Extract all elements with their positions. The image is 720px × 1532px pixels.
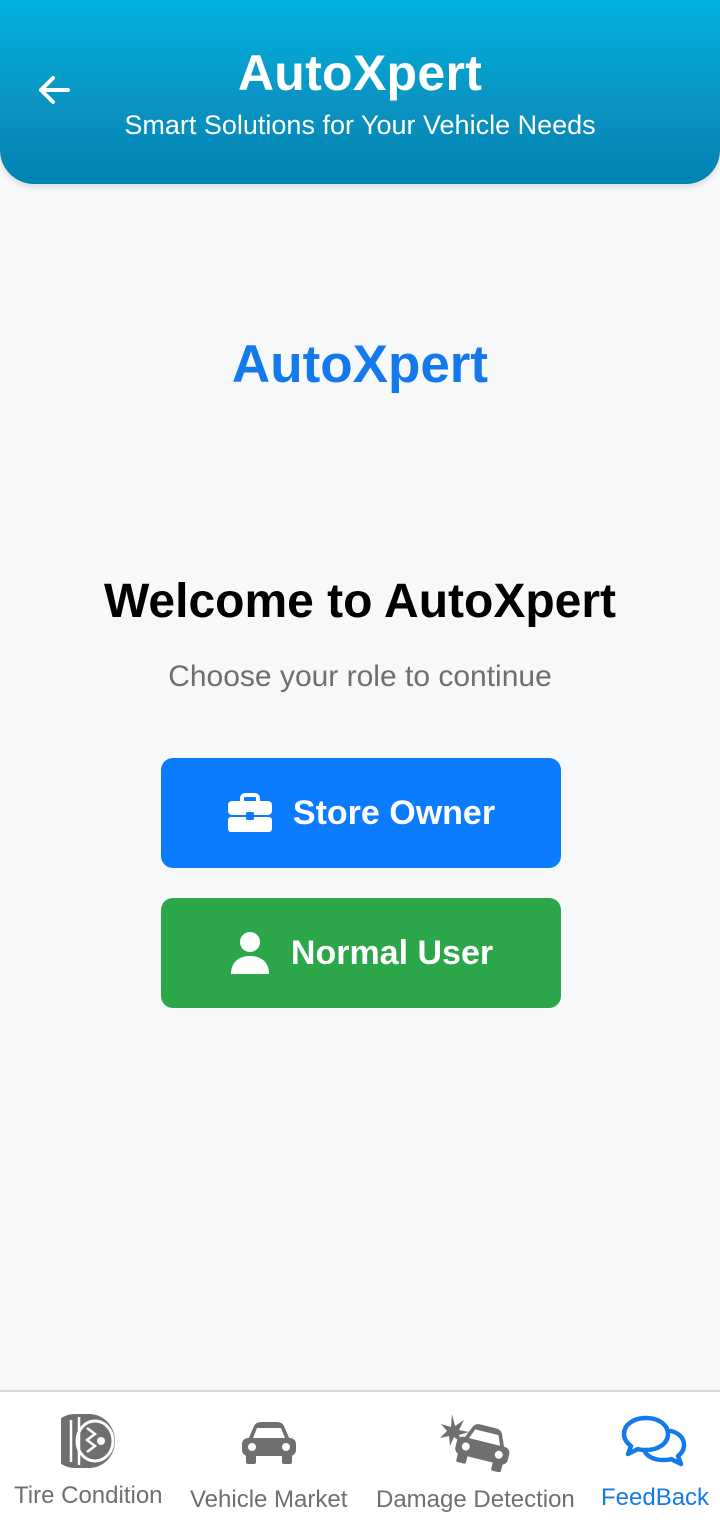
- store-owner-label: Store Owner: [292, 793, 496, 832]
- nav-item-feedback[interactable]: FeedBack: [590, 1392, 720, 1532]
- normal-user-button[interactable]: Normal User: [161, 898, 561, 1008]
- nav-label-tire-condition: Tire Condition: [14, 1482, 163, 1509]
- bottom-navigation: Tire Condition Vehicle Market Damage Det…: [0, 1390, 720, 1532]
- role-prompt: Choose your role to continue: [168, 660, 552, 693]
- brand-logo-text: AutoXpert: [231, 335, 489, 394]
- normal-user-label: Normal User: [290, 933, 494, 972]
- header-subtitle: Smart Solutions for Your Vehicle Needs: [124, 110, 596, 140]
- nav-item-tire-condition[interactable]: Tire Condition: [0, 1392, 180, 1532]
- header-title: AutoXpert: [237, 45, 483, 101]
- car-icon: [240, 1420, 298, 1466]
- briefcase-icon: [227, 793, 273, 833]
- nav-label-vehicle-market: Vehicle Market: [190, 1486, 348, 1513]
- nav-label-feedback: FeedBack: [601, 1484, 710, 1511]
- nav-item-damage-detection[interactable]: Damage Detection: [360, 1392, 590, 1532]
- store-owner-button[interactable]: Store Owner: [161, 758, 561, 868]
- nav-item-vehicle-market[interactable]: Vehicle Market: [180, 1392, 360, 1532]
- user-icon: [229, 931, 271, 975]
- app-root: AutoXpert Smart Solutions for Your Vehic…: [0, 0, 720, 1532]
- chat-bubbles-icon: [620, 1414, 688, 1468]
- tire-icon: [60, 1412, 118, 1470]
- nav-label-damage-detection: Damage Detection: [376, 1486, 575, 1513]
- car-crash-icon: [438, 1412, 512, 1472]
- welcome-heading: Welcome to AutoXpert: [103, 575, 617, 628]
- app-header: AutoXpert Smart Solutions for Your Vehic…: [0, 0, 720, 184]
